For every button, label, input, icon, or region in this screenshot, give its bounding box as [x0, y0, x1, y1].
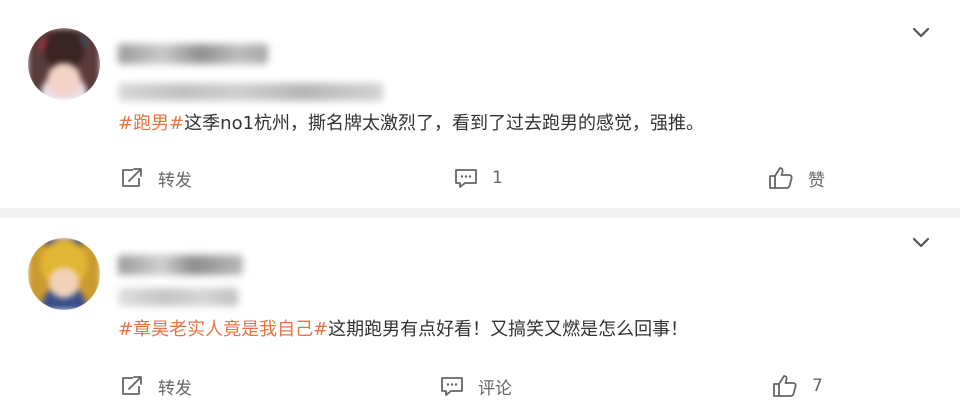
- forward-label: 转发: [158, 378, 192, 399]
- share-icon: [122, 376, 142, 395]
- like-count: 7: [812, 376, 823, 396]
- username-blurred[interactable]: [118, 44, 268, 64]
- forward-button[interactable]: 转发: [120, 164, 192, 192]
- action-bar: 转发 1 赞: [0, 164, 960, 192]
- comment-card: #章昊老实人竟是我自己#这期跑男有点好看！又搞笑又燃是怎么回事！ 转发 评论 7: [0, 218, 960, 412]
- comment-body: 这期跑男有点好看！又搞笑又燃是怎么回事！: [328, 319, 689, 340]
- like-button[interactable]: 赞: [768, 164, 825, 192]
- comment-count: 1: [492, 168, 503, 188]
- forward-button[interactable]: 转发: [120, 372, 192, 400]
- avatar[interactable]: [28, 238, 100, 310]
- avatar[interactable]: [28, 28, 100, 100]
- comment-body: 这季no1杭州，撕名牌太激烈了，看到了过去跑男的感觉，强推。: [184, 113, 705, 134]
- chevron-down-icon[interactable]: [910, 22, 932, 44]
- action-bar: 转发 评论 7: [0, 372, 960, 400]
- comment-button[interactable]: 1: [454, 164, 503, 192]
- chevron-down-icon[interactable]: [910, 232, 932, 254]
- hashtag-link[interactable]: #章昊老实人竟是我自己#: [118, 319, 328, 340]
- comment-icon: [455, 169, 477, 188]
- comment-label: 评论: [478, 378, 512, 399]
- meta-blurred: [118, 83, 383, 101]
- comment-icon: [441, 377, 463, 396]
- thumbs-up-icon: [773, 375, 797, 397]
- username-blurred[interactable]: [118, 255, 243, 275]
- hashtag-link[interactable]: #跑男#: [118, 113, 184, 134]
- share-icon: [122, 168, 142, 187]
- comment-card: #跑男#这季no1杭州，撕名牌太激烈了，看到了过去跑男的感觉，强推。 转发 1 …: [0, 0, 960, 208]
- comment-button[interactable]: 评论: [440, 372, 512, 400]
- comment-text: #跑男#这季no1杭州，撕名牌太激烈了，看到了过去跑男的感觉，强推。: [118, 112, 704, 136]
- divider: [0, 208, 960, 218]
- forward-label: 转发: [158, 170, 192, 191]
- thumbs-up-icon: [769, 167, 793, 189]
- like-button[interactable]: 7: [772, 372, 823, 400]
- comment-text: #章昊老实人竟是我自己#这期跑男有点好看！又搞笑又燃是怎么回事！: [118, 318, 688, 342]
- like-label: 赞: [808, 170, 825, 191]
- meta-blurred: [118, 288, 238, 306]
